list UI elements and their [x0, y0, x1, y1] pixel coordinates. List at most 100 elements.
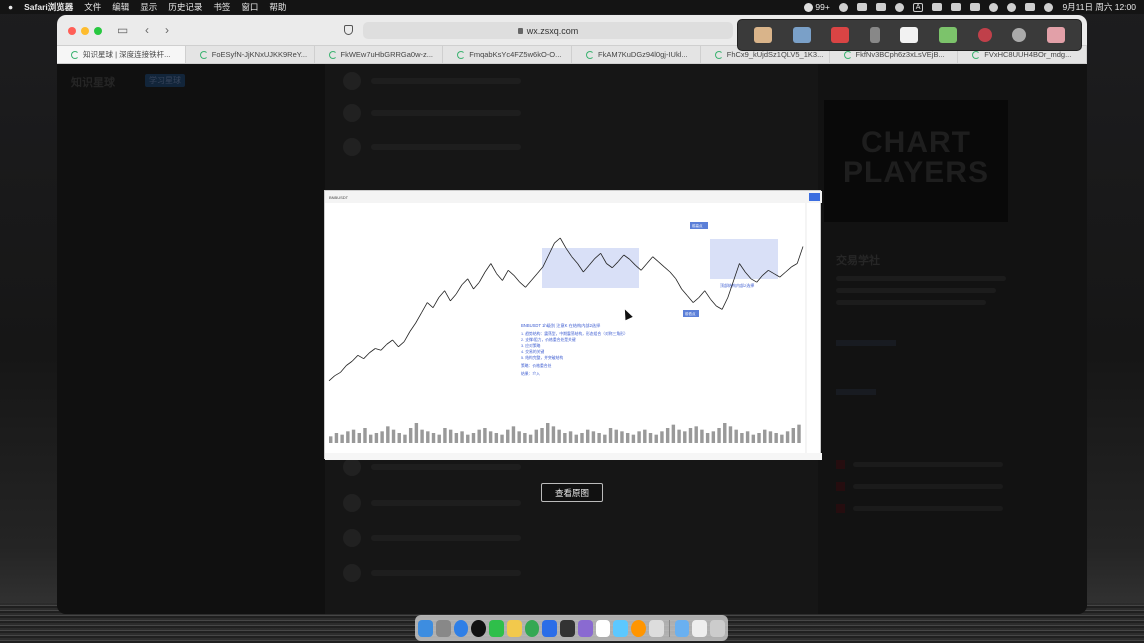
chart-image[interactable]: BNBUSDT 前高点 前低点 顶部结构内部2选择 BNBUSDT 1h级别 注…: [324, 190, 822, 460]
volume-bar: [448, 429, 453, 443]
price-segment: [531, 273, 538, 281]
zoom-window-button[interactable]: [94, 27, 102, 35]
privacy-shield-icon[interactable]: [344, 25, 353, 35]
finder-icon[interactable]: [418, 619, 433, 637]
tab-5[interactable]: FkAM7KuDGz94l0gj-IUkl...: [572, 46, 701, 63]
chart-svg: BNBUSDT 前高点 前低点 顶部结构内部2选择 BNBUSDT 1h级别 注…: [325, 191, 822, 460]
price-segment: [363, 352, 370, 359]
tab-2[interactable]: FoESyfN-JjKNxUJKK9ReY...: [186, 46, 315, 63]
spotlight-icon[interactable]: [1007, 2, 1017, 12]
photos-icon[interactable]: [631, 619, 646, 637]
input-method-icon[interactable]: A: [912, 2, 924, 12]
annotation-title: BNBUSDT 1h级别 注意K 在结构内部2选择: [521, 322, 601, 329]
apple-menu-icon[interactable]: ●: [8, 2, 13, 12]
volume-bar: [443, 428, 447, 443]
forward-button[interactable]: ›: [165, 24, 169, 36]
address-bar[interactable]: wx.zsxq.com: [363, 22, 733, 39]
volume-bar: [517, 431, 521, 443]
price-segment: [484, 263, 492, 273]
price-segment: [507, 270, 515, 276]
menu-item-file[interactable]: 文件: [84, 1, 101, 13]
menu-item-window[interactable]: 窗口: [241, 1, 258, 13]
volume-bar: [751, 434, 756, 443]
marker-tool-icon[interactable]: [939, 27, 957, 43]
address-text: wx.zsxq.com: [526, 25, 579, 36]
volume-icon[interactable]: [932, 3, 943, 11]
wifi-icon[interactable]: [989, 2, 999, 12]
menu-item-view[interactable]: 显示: [140, 1, 157, 13]
notification-badge[interactable]: 99+: [804, 2, 830, 12]
lock-icon: [517, 27, 523, 34]
screenshot-app-icon[interactable]: [649, 619, 664, 637]
volume-bar: [631, 434, 636, 443]
volume-bar: [791, 428, 796, 443]
tab-label: 知识星球 | 深度连接铁杆...: [83, 50, 171, 59]
price-segment: [658, 261, 665, 268]
sidebar-toggle-icon[interactable]: ▭: [117, 24, 128, 36]
camera-icon[interactable]: [875, 3, 886, 11]
safari-icon[interactable]: [453, 619, 469, 637]
app-store-icon[interactable]: [542, 619, 558, 637]
volume-bar: [597, 433, 601, 443]
trash-icon[interactable]: [710, 619, 725, 637]
price-segment: [340, 365, 347, 373]
tab-3[interactable]: FkWEw7uHbGRRGa0w-z...: [315, 46, 444, 63]
back-button[interactable]: ‹: [145, 24, 149, 36]
volume-bar: [574, 434, 578, 443]
eraser-tool-icon[interactable]: [1046, 27, 1065, 43]
screen-record-icon[interactable]: [856, 3, 867, 11]
volume-bar: [346, 431, 350, 443]
volume-bar: [329, 436, 333, 443]
volume-bar: [677, 429, 681, 443]
bluetooth-icon[interactable]: [951, 3, 962, 11]
price-segment: [716, 305, 723, 310]
price-segment: [692, 297, 700, 303]
siri-icon[interactable]: [1044, 2, 1054, 12]
menu-item-help[interactable]: 帮助: [269, 1, 286, 13]
safari-window: ▭ ‹ › wx.zsxq.com 知识星球 | 深度连接铁杆... FoESy…: [57, 15, 1087, 614]
notes-icon[interactable]: [506, 619, 522, 637]
pen-icon[interactable]: [838, 2, 848, 12]
settings-gear-icon[interactable]: [1012, 28, 1027, 42]
highlighter-tool-icon[interactable]: [754, 27, 773, 43]
tab-1[interactable]: 知识星球 | 深度连接铁杆...: [57, 46, 186, 63]
volume-bar: [420, 429, 424, 443]
price-segment: [461, 278, 469, 286]
launchpad-icon[interactable]: [435, 619, 451, 637]
price-segment: [421, 302, 428, 313]
cc-icon[interactable]: [894, 2, 904, 12]
price-segment: [796, 246, 804, 264]
volume-bar: [397, 433, 401, 443]
chrome-icon[interactable]: [524, 619, 540, 637]
menu-item-history[interactable]: 历史记录: [168, 1, 202, 13]
volume-bar: [768, 431, 773, 443]
battery-icon[interactable]: [970, 3, 981, 11]
text-tool-icon[interactable]: [792, 27, 811, 43]
control-center-icon[interactable]: [1025, 3, 1036, 11]
pointer-tool-icon[interactable]: [869, 27, 880, 43]
terminal-icon[interactable]: [560, 619, 575, 637]
volume-bar: [591, 431, 596, 443]
document-icon[interactable]: [692, 619, 708, 637]
menu-item-edit[interactable]: 编辑: [112, 1, 129, 13]
downloads-folder-icon[interactable]: [674, 619, 690, 637]
close-window-button[interactable]: [68, 27, 76, 35]
price-segment: [380, 343, 388, 351]
color-picker-icon[interactable]: [977, 28, 992, 42]
music-app-icon[interactable]: [577, 619, 593, 637]
notion-icon[interactable]: [595, 619, 611, 637]
volume-bar: [437, 434, 441, 443]
wechat-icon[interactable]: [489, 619, 504, 637]
volume-bar: [466, 434, 470, 443]
minimize-window-button[interactable]: [81, 27, 89, 35]
volume-bar: [745, 431, 750, 443]
menu-item-bookmarks[interactable]: 书签: [213, 1, 230, 13]
preview-icon[interactable]: [613, 619, 629, 637]
menubar-clock[interactable]: 9月11日 周六 12:00: [1062, 1, 1136, 13]
view-original-button[interactable]: 查看原图: [541, 483, 603, 502]
shape-tool-icon[interactable]: [831, 27, 850, 43]
qq-icon[interactable]: [471, 619, 487, 637]
tab-4[interactable]: FmqabKsYc4FZ5w6kO-O...: [443, 46, 572, 63]
rectangle-tool-icon[interactable]: [900, 27, 919, 43]
menu-app-name[interactable]: Safari浏览器: [24, 1, 73, 13]
